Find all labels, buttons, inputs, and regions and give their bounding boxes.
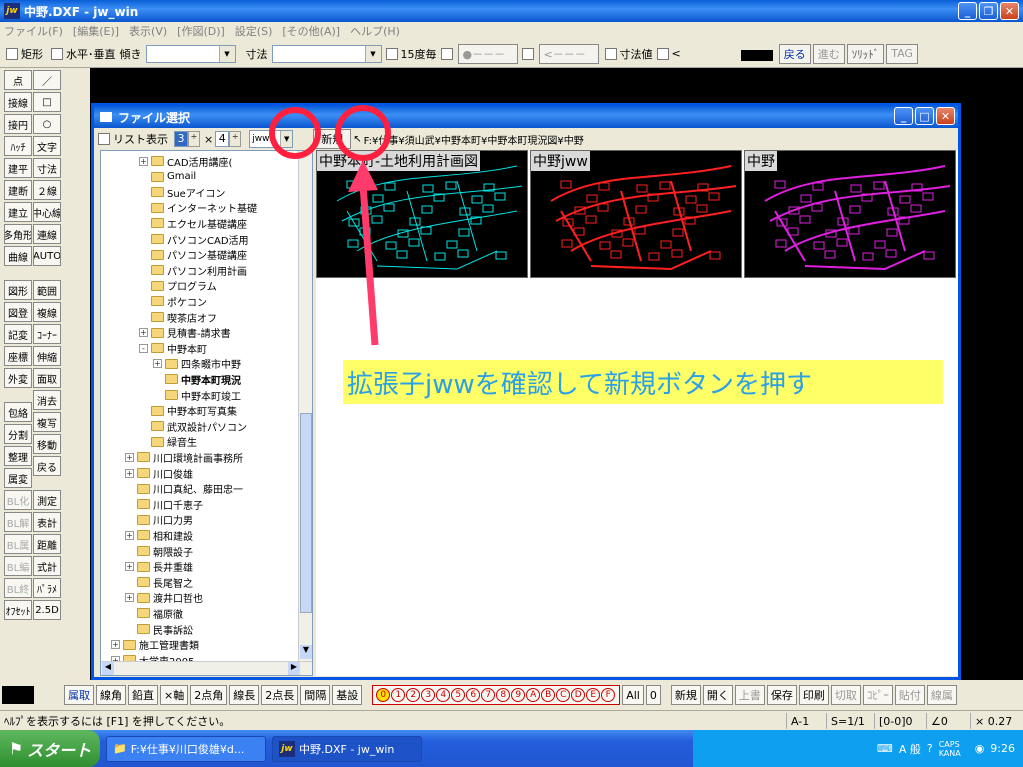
file-tool-3[interactable]: 保存 bbox=[766, 685, 797, 705]
annotation-arrow-head bbox=[348, 160, 378, 192]
scale[interactable]: S=1/1 bbox=[826, 713, 865, 729]
bottom-tool-1[interactable]: 線角 bbox=[96, 685, 126, 705]
layer-button-13[interactable]: D bbox=[571, 688, 586, 702]
layer-status[interactable]: [0-0]0 bbox=[874, 713, 913, 729]
layer-button-14[interactable]: E bbox=[586, 688, 601, 702]
file-tool-6[interactable]: ｺﾋﾟｰ bbox=[862, 685, 893, 705]
task-explorer[interactable]: 📁 F:¥仕事¥川口俊雄¥d... bbox=[106, 735, 266, 762]
paper-size[interactable]: A-1 bbox=[786, 713, 809, 729]
layer-button-3[interactable]: 3 bbox=[421, 688, 436, 702]
caps-kana-indicator: CAPS KANA bbox=[938, 739, 961, 758]
layer-button-1[interactable]: 1 bbox=[391, 688, 406, 702]
annotation-arrow-shaft bbox=[359, 184, 379, 346]
layer-zero-button[interactable]: 0 bbox=[645, 685, 661, 705]
file-tool-8[interactable]: 線属 bbox=[926, 685, 957, 705]
jw-app-icon: jw bbox=[279, 740, 295, 757]
help-icon[interactable]: ? bbox=[927, 742, 933, 755]
start-button[interactable]: ⚑ スタート bbox=[0, 730, 100, 767]
layer-button-12[interactable]: C bbox=[556, 688, 571, 702]
file-tool-4[interactable]: 印刷 bbox=[798, 685, 829, 705]
layer-button-5[interactable]: 5 bbox=[451, 688, 466, 702]
file-tool-1[interactable]: 開く bbox=[702, 685, 733, 705]
task-jwwin[interactable]: jw 中野.DXF - jw_win bbox=[272, 735, 422, 762]
layer-button-2[interactable]: 2 bbox=[406, 688, 421, 702]
layer-button-11[interactable]: B bbox=[541, 688, 556, 702]
task-explorer-label: F:¥仕事¥川口俊雄¥d... bbox=[130, 742, 245, 756]
layer-button-9[interactable]: 9 bbox=[511, 688, 526, 702]
layer-button-15[interactable]: F bbox=[601, 688, 616, 702]
bottom-tool-3[interactable]: ×軸 bbox=[160, 685, 189, 705]
bottom-tool-0[interactable]: 属取 bbox=[64, 685, 94, 705]
clock: 9:26 bbox=[990, 742, 1015, 755]
layer-all-button[interactable]: All bbox=[622, 685, 644, 705]
file-tool-5[interactable]: 切取 bbox=[830, 685, 861, 705]
layer-button-10[interactable]: A bbox=[526, 688, 541, 702]
taskbar: ⚑ スタート 📁 F:¥仕事¥川口俊雄¥d... jw 中野.DXF - jw_win… bbox=[0, 730, 1023, 767]
bottom-tool-7[interactable]: 間隔 bbox=[300, 685, 331, 705]
zoom-status[interactable]: × 0.27 bbox=[970, 713, 1012, 729]
bottom-toolbar: 属取 線角 鉛直 ×軸 2点角 線長 2点長 間隔 基設 0 1 2 3 4 5 6 7 8 9 A B C D E F All 0… bbox=[0, 680, 1023, 710]
help-text: ﾍﾙﾌﾟを表示するには [F1] を押してください。 bbox=[4, 714, 231, 728]
layer-group-bar: 0123456789ABCDEF bbox=[372, 685, 621, 705]
instruction-annotation: 拡張子jwwを確認して新規ボタンを押す bbox=[343, 360, 943, 404]
bottom-tool-4[interactable]: 2点角 bbox=[190, 685, 228, 705]
layer-button-0[interactable]: 0 bbox=[376, 688, 391, 702]
new-button-highlight-circle bbox=[335, 105, 391, 161]
task-jwwin-label: 中野.DXF - jw_win bbox=[299, 742, 395, 756]
layer-button-8[interactable]: 8 bbox=[496, 688, 511, 702]
file-tool-2[interactable]: 上書 bbox=[734, 685, 765, 705]
layer-button-4[interactable]: 4 bbox=[436, 688, 451, 702]
windows-flag-icon: ⚑ bbox=[8, 739, 24, 758]
bottom-tool-6[interactable]: 2点長 bbox=[261, 685, 299, 705]
bottom-tool-5[interactable]: 線長 bbox=[229, 685, 260, 705]
ime-mode[interactable]: A 般 bbox=[899, 741, 921, 757]
keyboard-icon[interactable]: ⌨ bbox=[877, 742, 893, 755]
start-label: スタート bbox=[27, 740, 92, 760]
angle-status[interactable]: ∠0 bbox=[926, 713, 948, 729]
network-icon[interactable]: ◉ bbox=[975, 742, 985, 755]
extension-highlight-circle bbox=[269, 107, 321, 159]
file-tool-7[interactable]: 貼付 bbox=[894, 685, 925, 705]
system-tray: ⌨ A 般 ? CAPS KANA ◉ 9:26 bbox=[693, 730, 1023, 767]
line-color-swatch[interactable] bbox=[2, 686, 34, 704]
file-tool-0[interactable]: 新規 bbox=[670, 685, 701, 705]
layer-button-6[interactable]: 6 bbox=[466, 688, 481, 702]
layer-button-7[interactable]: 7 bbox=[481, 688, 496, 702]
status-bar: ﾍﾙﾌﾟを表示するには [F1] を押してください。 A-1 S=1/1 [0-… bbox=[0, 710, 1023, 730]
bottom-tool-8[interactable]: 基設 bbox=[332, 685, 363, 705]
bottom-tool-2[interactable]: 鉛直 bbox=[128, 685, 158, 705]
folder-icon: 📁 bbox=[113, 742, 127, 755]
